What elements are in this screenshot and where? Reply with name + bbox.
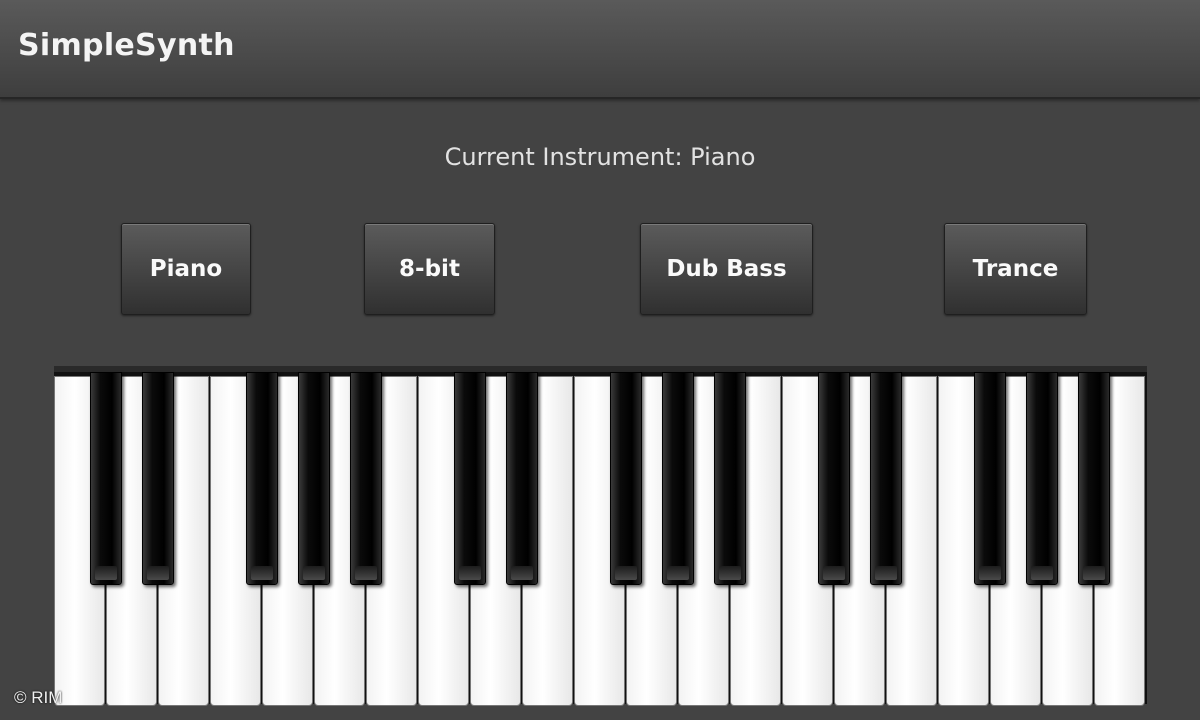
- black-key-a-sharp2[interactable]: [714, 372, 746, 585]
- black-key-g-sharp3[interactable]: [1026, 372, 1058, 585]
- trance-button[interactable]: Trance: [944, 223, 1087, 315]
- black-key-a-sharp1[interactable]: [350, 372, 382, 585]
- black-key-d-sharp1[interactable]: [142, 372, 174, 585]
- black-key-c-sharp2[interactable]: [454, 372, 486, 585]
- piano-keyboard: [54, 366, 1147, 706]
- current-instrument-label: Current Instrument: Piano: [444, 143, 756, 171]
- black-key-d-sharp3[interactable]: [870, 372, 902, 585]
- black-key-c-sharp3[interactable]: [818, 372, 850, 585]
- black-key-d-sharp2[interactable]: [506, 372, 538, 585]
- black-key-f-sharp3[interactable]: [974, 372, 1006, 585]
- black-key-g-sharp1[interactable]: [298, 372, 330, 585]
- dub-bass-button[interactable]: Dub Bass: [640, 223, 813, 315]
- black-key-a-sharp3[interactable]: [1078, 372, 1110, 585]
- piano-button[interactable]: Piano: [121, 223, 251, 315]
- title-bar: SimpleSynth: [0, 0, 1200, 99]
- 8-bit-button[interactable]: 8-bit: [364, 223, 495, 315]
- copyright-notice: © RIM: [14, 688, 63, 707]
- black-key-f-sharp1[interactable]: [246, 372, 278, 585]
- black-key-f-sharp2[interactable]: [610, 372, 642, 585]
- app-title: SimpleSynth: [18, 28, 235, 63]
- black-key-g-sharp2[interactable]: [662, 372, 694, 585]
- black-key-c-sharp1[interactable]: [90, 372, 122, 585]
